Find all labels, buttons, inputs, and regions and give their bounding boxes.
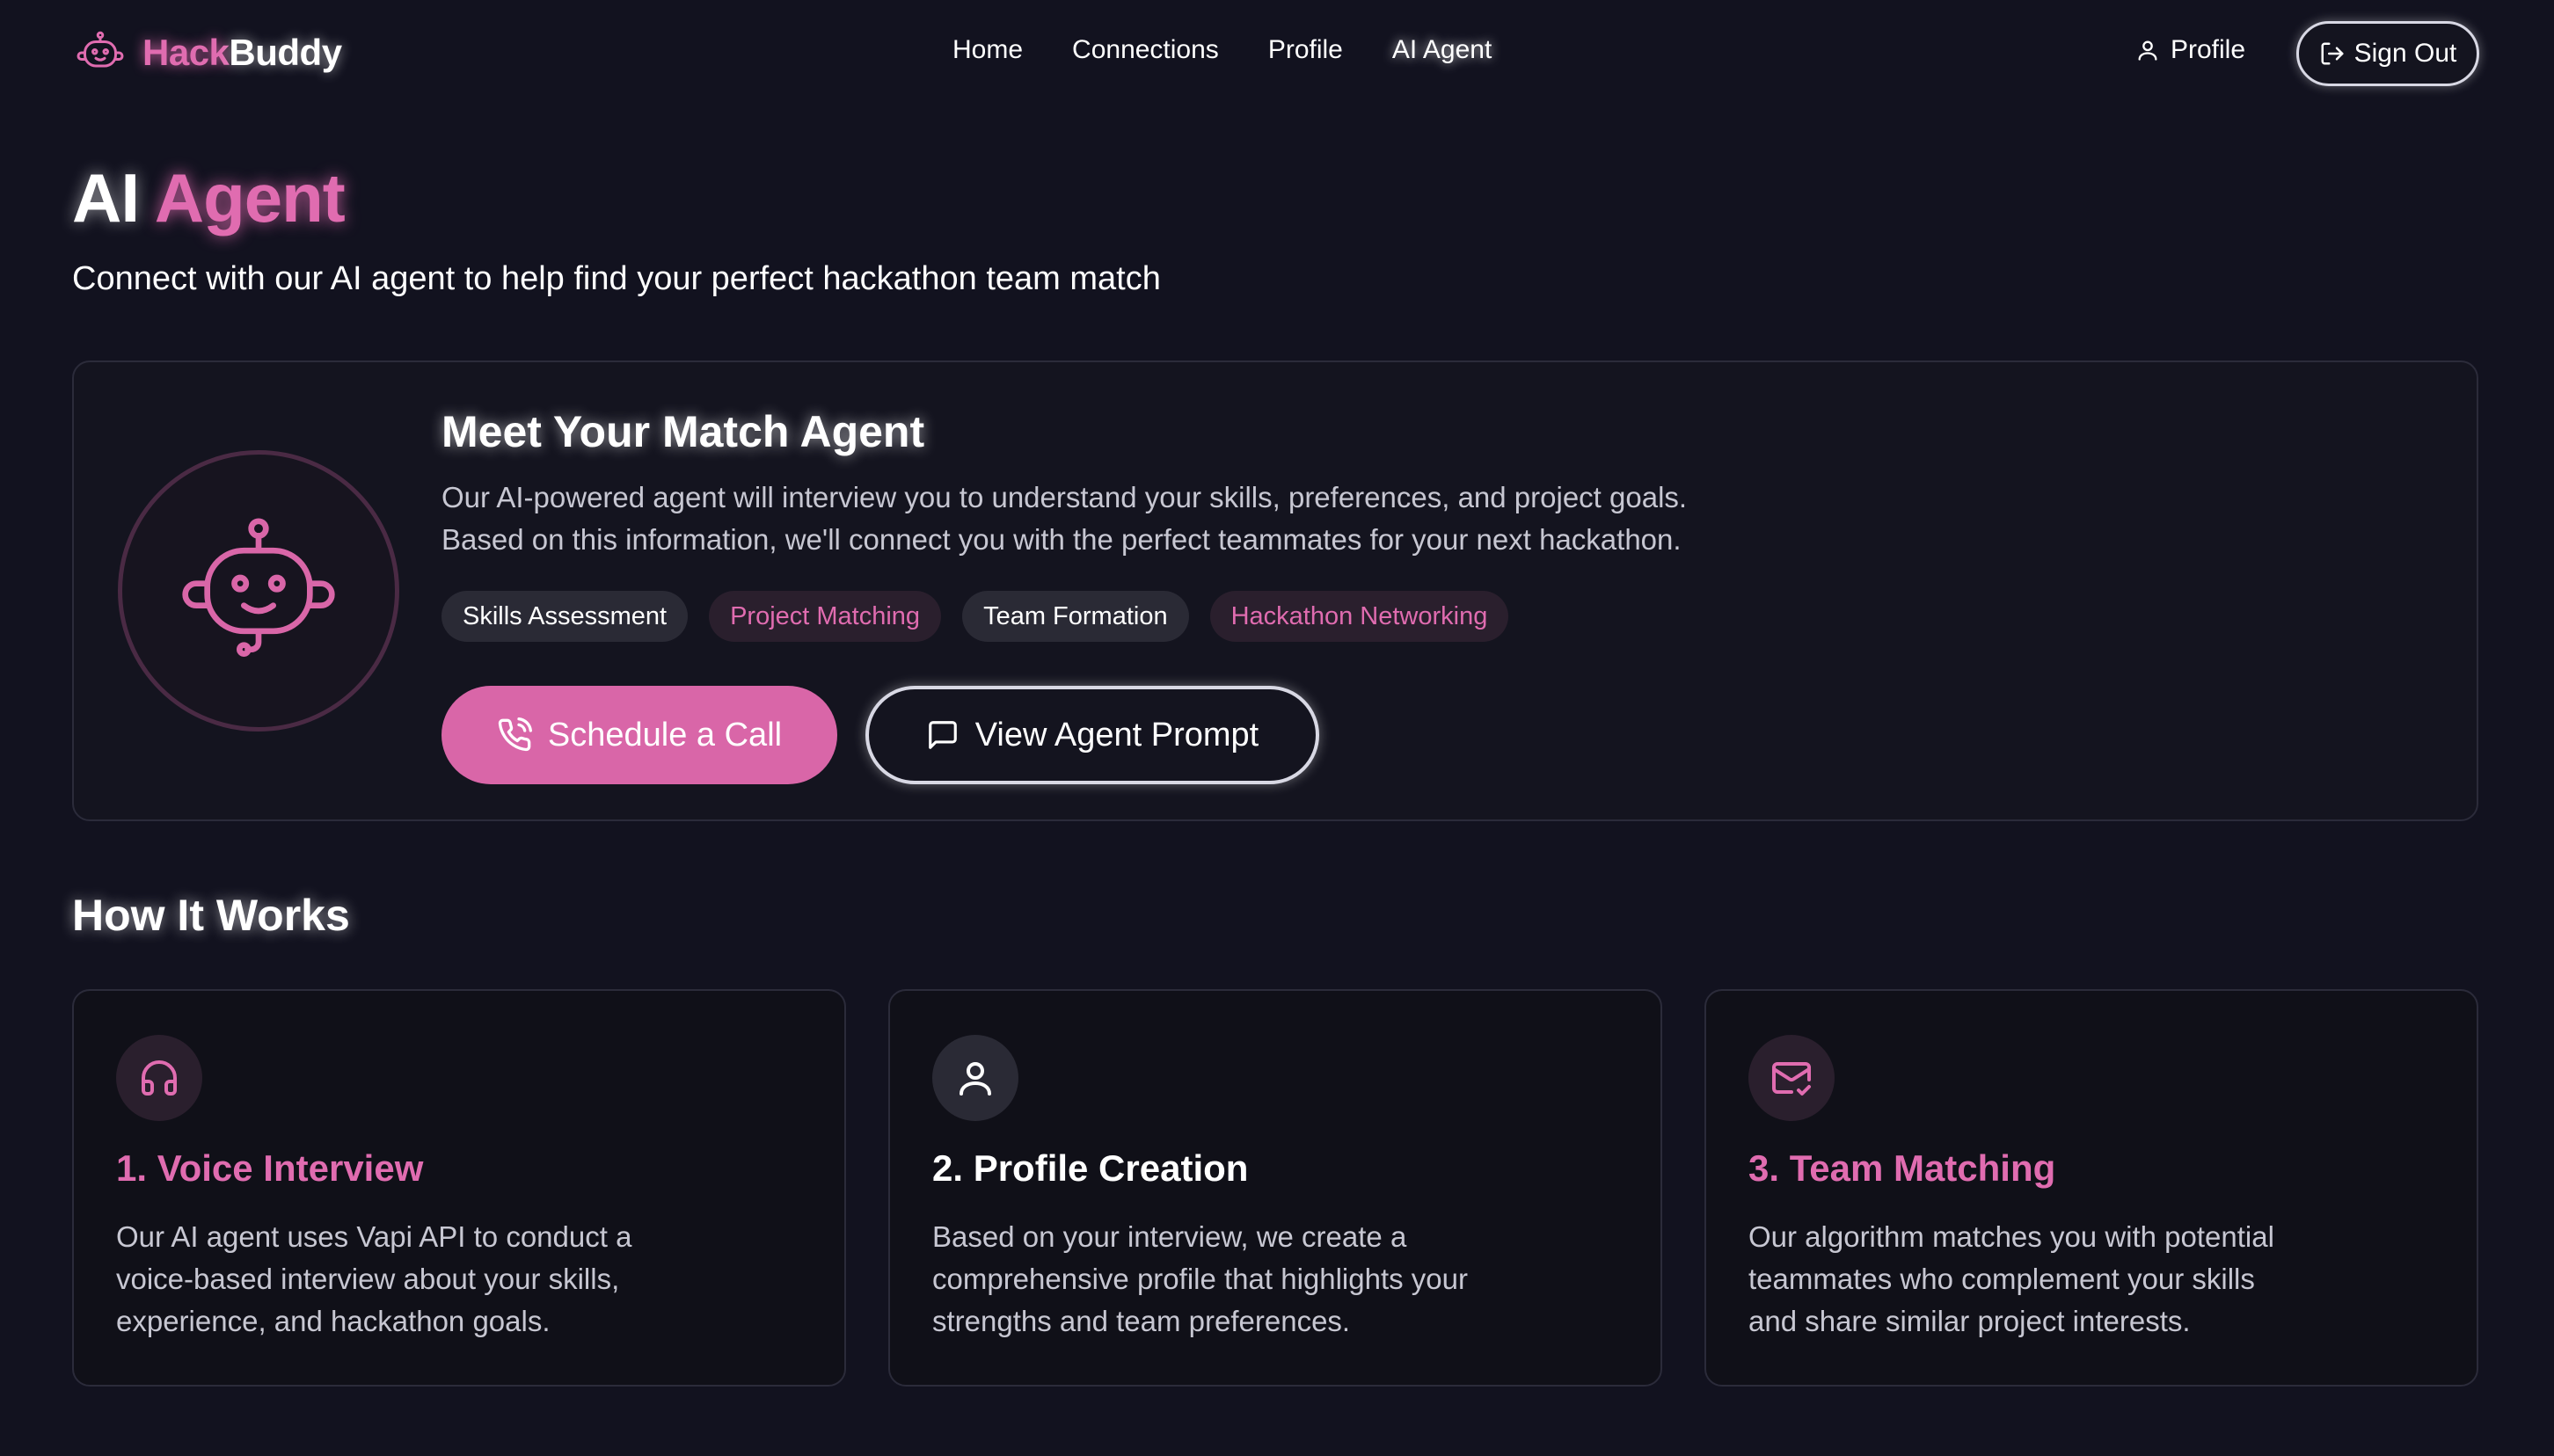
page: HackBuddy Home Connections Profile AI Ag… — [0, 0, 2554, 1456]
top-nav-bar: HackBuddy Home Connections Profile AI Ag… — [0, 0, 2554, 109]
step-card-voice-interview: 1. Voice Interview Our AI agent uses Vap… — [72, 989, 846, 1387]
feature-tags: Skills Assessment Project Matching Team … — [441, 591, 1849, 642]
message-square-icon — [928, 721, 957, 749]
phone-call-icon — [498, 717, 532, 752]
schedule-call-button[interactable]: Schedule a Call — [441, 686, 837, 784]
step-icon-badge — [116, 1035, 202, 1121]
header-profile-label: Profile — [2171, 35, 2246, 64]
user-icon — [2138, 40, 2157, 61]
agent-avatar — [118, 450, 399, 732]
sign-out-button[interactable]: Sign Out — [2296, 21, 2479, 86]
how-it-works-steps: 1. Voice Interview Our AI agent uses Vap… — [72, 989, 2478, 1387]
page-title-part1: AI — [72, 159, 140, 237]
page-subtitle: Connect with our AI agent to help find y… — [72, 260, 1161, 297]
main-nav: Home Connections Profile AI Agent — [952, 35, 1492, 65]
tag-team-formation: Team Formation — [962, 591, 1189, 642]
step-title: 2. Profile Creation — [932, 1147, 1249, 1189]
step-description: Based on your interview, we create a com… — [932, 1220, 1469, 1337]
mail-check-icon — [1772, 1062, 1811, 1096]
step-icon-badge — [932, 1035, 1018, 1121]
brand-name: HackBuddy — [142, 32, 342, 74]
robot-icon — [182, 518, 335, 657]
tag-hackathon-networking: Hackathon Networking — [1209, 591, 1509, 642]
step-description: Our algorithm matches you with potential… — [1748, 1220, 2274, 1337]
headphones-icon — [142, 1060, 177, 1096]
view-agent-prompt-label: View Agent Prompt — [974, 716, 1259, 753]
brand-name-part1: Hack — [142, 32, 230, 73]
hero-description-line2: Based on this information, we'll connect… — [441, 523, 1682, 556]
step-title: 3. Team Matching — [1748, 1147, 2056, 1189]
hero-description-line1: Our AI-powered agent will interview you … — [441, 481, 1688, 513]
page-title: AI Agent — [72, 158, 346, 238]
view-agent-prompt-button[interactable]: View Agent Prompt — [865, 686, 1319, 784]
hero-description: Our AI-powered agent will interview you … — [441, 477, 1849, 561]
step-card-team-matching: 3. Team Matching Our algorithm matches y… — [1704, 989, 2478, 1387]
nav-profile[interactable]: Profile — [1268, 35, 1343, 65]
how-it-works-heading: How It Works — [72, 891, 350, 940]
hero-actions: Schedule a Call View Agent Prompt — [441, 686, 1849, 784]
hero-title: Meet Your Match Agent — [441, 407, 925, 456]
log-out-icon — [2321, 42, 2344, 65]
brand-logo[interactable]: HackBuddy — [74, 26, 342, 79]
schedule-call-label: Schedule a Call — [547, 716, 783, 753]
tag-project-matching: Project Matching — [709, 591, 942, 642]
agent-hero-card: Meet Your Match Agent Our AI-powered age… — [72, 360, 2478, 821]
hero-content: Meet Your Match Agent Our AI-powered age… — [441, 406, 1849, 784]
nav-home[interactable]: Home — [952, 35, 1023, 65]
step-card-profile-creation: 2. Profile Creation Based on your interv… — [888, 989, 1662, 1387]
sign-out-label: Sign Out — [2353, 39, 2457, 68]
step-icon-badge — [1748, 1035, 1835, 1121]
header-profile-link[interactable]: Profile — [2135, 35, 2245, 65]
page-title-part2: Agent — [154, 159, 346, 237]
user-icon — [960, 1062, 991, 1096]
nav-ai-agent[interactable]: AI Agent — [1392, 35, 1492, 65]
step-description: Our AI agent uses Vapi API to conduct a … — [116, 1220, 632, 1337]
step-title: 1. Voice Interview — [116, 1147, 424, 1189]
nav-connections[interactable]: Connections — [1072, 35, 1219, 65]
brand-name-part2: Buddy — [229, 32, 342, 73]
robot-logo-icon — [77, 31, 124, 68]
tag-skills-assessment: Skills Assessment — [441, 591, 689, 642]
